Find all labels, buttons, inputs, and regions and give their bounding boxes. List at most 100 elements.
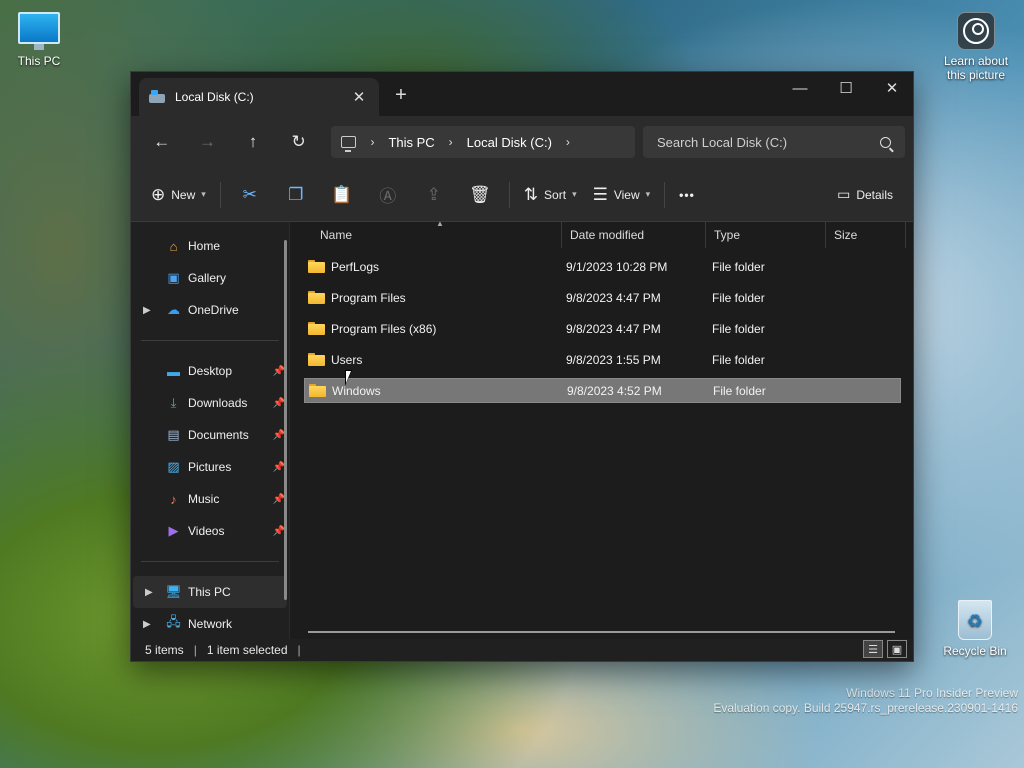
search-icon[interactable] — [880, 136, 891, 148]
address-bar[interactable]: › This PC › Local Disk (C:) › — [331, 126, 635, 158]
sidebar-item-onedrive[interactable]: ▶ ☁ OneDrive — [131, 294, 289, 326]
sidebar-item-videos[interactable]: ▶ Videos 📌 — [131, 515, 289, 547]
file-list: ▲ Name Date modified Type Size PerfLogs … — [289, 219, 913, 639]
forward-button[interactable]: → — [185, 126, 231, 158]
desktop-icon-recycle-bin[interactable]: ♻ Recycle Bin — [939, 600, 1011, 658]
sidebar-item-this-pc[interactable]: ▶ 🖥 This PC — [133, 576, 287, 608]
chevron-down-icon: ▾ — [645, 189, 651, 199]
details-view-button[interactable]: ☰ — [863, 640, 883, 658]
share-button[interactable]: ⇪ — [411, 179, 457, 211]
horizontal-scrollbar[interactable] — [308, 631, 895, 633]
cloud-icon: ☁ — [167, 302, 180, 317]
delete-button[interactable]: 🗑 — [457, 179, 503, 211]
plus-circle-icon: ⊕ — [151, 184, 166, 204]
chevron-down-icon: ▾ — [201, 189, 206, 199]
chevron-right-icon[interactable]: ▶ — [145, 587, 153, 598]
large-icons-view-button[interactable]: ▣ — [887, 640, 907, 658]
chevron-right-icon[interactable]: › — [370, 135, 374, 149]
table-row[interactable]: Program Files (x86) 9/8/2023 4:47 PM Fil… — [304, 316, 901, 341]
folder-icon — [308, 291, 325, 304]
item-count: 5 items — [145, 643, 184, 657]
sidebar-item-gallery[interactable]: ▣ Gallery — [131, 262, 289, 294]
view-label: View — [613, 187, 640, 202]
computer-icon — [18, 12, 60, 50]
sidebar-item-desktop[interactable]: ▬ Desktop 📌 — [131, 355, 289, 387]
file-explorer-window: Local Disk (C:) ✕ + — ☐ ✕ ← → ↑ ↻ › This… — [130, 71, 914, 662]
sidebar-item-downloads[interactable]: ⤓ Downloads 📌 — [131, 387, 289, 419]
paste-button[interactable]: 📋 — [319, 179, 365, 211]
sidebar-item-label: Desktop — [188, 364, 233, 378]
desktop-icon-label: This PC — [17, 54, 61, 68]
table-row[interactable]: PerfLogs 9/1/2023 10:28 PM File folder — [304, 254, 901, 279]
column-name[interactable]: Name — [290, 222, 562, 248]
sidebar-item-documents[interactable]: ▤ Documents 📌 — [131, 419, 289, 451]
view-button[interactable]: ☰ View ▾ — [585, 179, 659, 211]
column-date-modified[interactable]: Date modified — [562, 222, 706, 248]
maximize-button[interactable]: ☐ — [823, 72, 869, 104]
desktop-icon-label: Recycle Bin — [943, 644, 1007, 658]
sidebar-divider — [141, 561, 279, 562]
chevron-right-icon[interactable]: ▶ — [143, 619, 151, 630]
mouse-cursor-icon — [345, 370, 352, 386]
file-name: Program Files — [331, 290, 406, 305]
chevron-right-icon[interactable]: › — [449, 135, 453, 149]
pictures-icon: ▨ — [167, 459, 180, 474]
desktop-icon-learn-about-picture[interactable]: Learn about this picture — [938, 12, 1014, 82]
command-bar: ⊕ New ▾ ✂ ❐ 📋 Ⓐ ⇪ 🗑 ⇅ Sort ▾ ☰ View ▾ ••… — [131, 168, 913, 222]
sidebar-scrollbar[interactable] — [284, 240, 287, 600]
toolbar-divider — [508, 181, 510, 208]
sidebar-item-label: Gallery — [188, 271, 227, 285]
search-box[interactable] — [643, 126, 905, 158]
back-button[interactable]: ← — [139, 126, 185, 158]
column-type[interactable]: Type — [706, 222, 826, 248]
desktop-icon-this-pc[interactable]: This PC — [3, 12, 75, 68]
new-button[interactable]: ⊕ New ▾ — [143, 179, 214, 211]
breadcrumb-this-pc[interactable]: This PC — [388, 135, 434, 150]
document-icon: ▤ — [167, 427, 180, 442]
main-area: ⌂ Home ▣ Gallery ▶ ☁ OneDrive ▬ Desktop … — [131, 219, 913, 640]
file-name: Windows — [332, 383, 381, 398]
tab-close-icon[interactable]: ✕ — [349, 88, 369, 106]
sidebar-item-network[interactable]: ▶ 🖧 Network — [131, 608, 289, 640]
more-options-button[interactable]: ••• — [671, 179, 703, 211]
watermark-line-1: Windows 11 Pro Insider Preview — [846, 686, 1018, 700]
video-icon: ▶ — [168, 523, 179, 538]
sidebar-item-home[interactable]: ⌂ Home — [131, 230, 289, 262]
search-input[interactable] — [657, 134, 880, 150]
chevron-right-icon[interactable]: › — [566, 135, 570, 149]
music-icon: ♪ — [170, 491, 177, 507]
table-row[interactable]: Program Files 9/8/2023 4:47 PM File fold… — [304, 285, 901, 310]
sidebar-item-label: Music — [188, 492, 220, 506]
sidebar-item-pictures[interactable]: ▨ Pictures 📌 — [131, 451, 289, 483]
file-date: 9/1/2023 10:28 PM — [566, 259, 668, 274]
cut-button[interactable]: ✂ — [227, 179, 273, 211]
minimize-button[interactable]: — — [777, 72, 823, 104]
navigation-bar: ← → ↑ ↻ › This PC › Local Disk (C:) › — [131, 116, 913, 168]
close-window-button[interactable]: ✕ — [869, 72, 915, 104]
up-button[interactable]: ↑ — [230, 126, 276, 158]
breadcrumb-local-disk[interactable]: Local Disk (C:) — [467, 135, 552, 150]
tab-local-disk[interactable]: Local Disk (C:) ✕ — [139, 78, 379, 116]
details-view-icon: ☰ — [868, 643, 878, 656]
rename-button[interactable]: Ⓐ — [365, 179, 411, 211]
chevron-down-icon: ▾ — [572, 189, 577, 199]
tab-title: Local Disk (C:) — [175, 90, 254, 104]
sort-ascending-icon: ▲ — [436, 219, 444, 228]
copy-button[interactable]: ❐ — [273, 179, 319, 211]
sidebar-item-music[interactable]: ♪ Music 📌 — [131, 483, 289, 515]
chevron-right-icon[interactable]: ▶ — [143, 305, 151, 316]
status-separator: | — [297, 643, 301, 657]
file-date: 9/8/2023 4:52 PM — [567, 383, 662, 398]
file-date: 9/8/2023 4:47 PM — [566, 290, 661, 305]
table-row-selected[interactable]: Windows 9/8/2023 4:52 PM File folder — [304, 378, 901, 403]
sort-button[interactable]: ⇅ Sort ▾ — [516, 179, 585, 211]
details-pane-button[interactable]: ▭ Details — [829, 179, 901, 211]
drive-icon — [149, 90, 165, 104]
sidebar-item-label: Downloads — [188, 396, 248, 410]
new-tab-button[interactable]: + — [389, 84, 413, 107]
status-separator: | — [193, 643, 197, 657]
table-row[interactable]: Users 9/8/2023 1:55 PM File folder — [304, 347, 901, 372]
column-headers: ▲ Name Date modified Type Size — [290, 219, 913, 248]
refresh-button[interactable]: ↻ — [276, 126, 322, 158]
column-size[interactable]: Size — [826, 222, 906, 248]
